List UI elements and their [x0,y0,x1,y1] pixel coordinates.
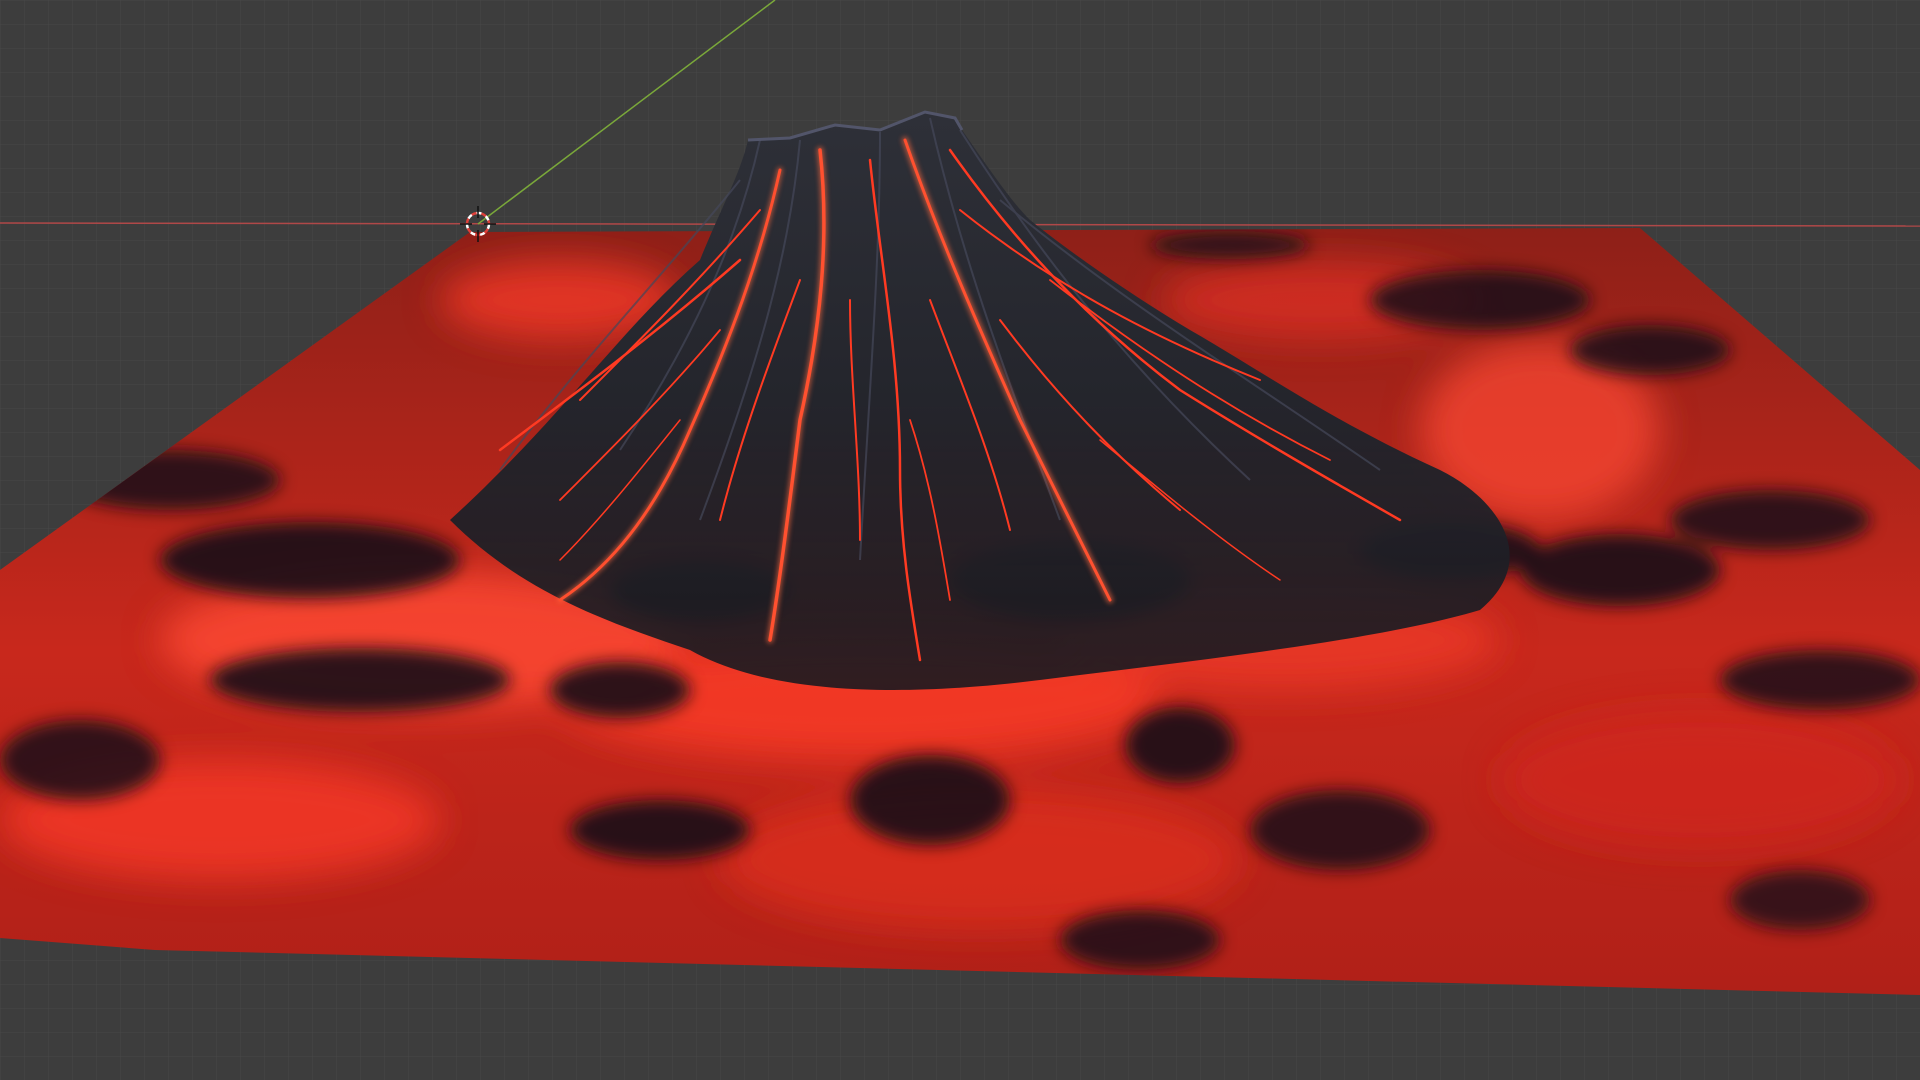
3d-viewport[interactable] [0,0,1920,1080]
viewport-scene[interactable] [0,0,1920,1080]
